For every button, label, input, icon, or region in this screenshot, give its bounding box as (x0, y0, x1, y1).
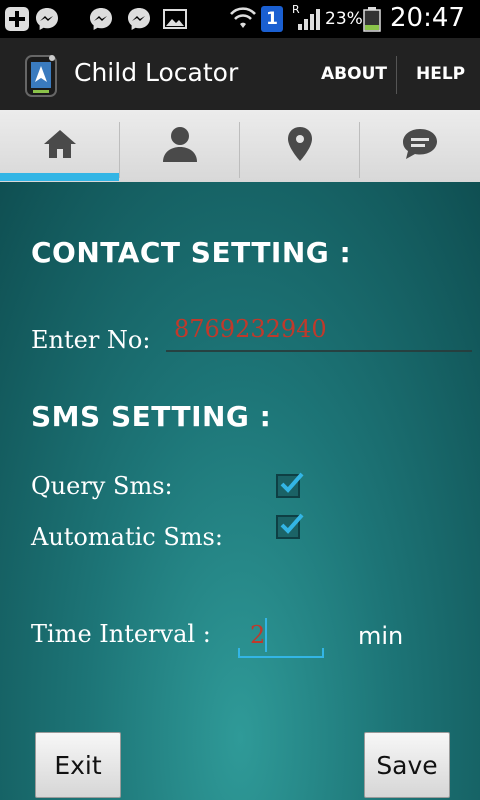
phone-number-input[interactable] (166, 308, 472, 352)
checkmark-icon (280, 513, 304, 534)
time-interval-input[interactable] (238, 614, 324, 658)
query-sms-label: Query Sms: (31, 472, 173, 500)
text-cursor (265, 618, 267, 652)
help-button[interactable]: HELP (416, 64, 465, 84)
tab-profile[interactable] (120, 110, 239, 182)
selected-tab-indicator (0, 173, 119, 181)
sim-badge: 1 (261, 6, 283, 32)
clock: 20:47 (390, 3, 465, 33)
tab-bar (0, 110, 480, 182)
about-button[interactable]: ABOUT (321, 64, 387, 84)
add-notification-icon (4, 6, 30, 32)
settings-panel: CONTACT SETTING : Enter No: SMS SETTING … (0, 182, 480, 800)
action-bar: Child Locator ABOUT HELP (0, 38, 480, 111)
messenger-icon (126, 6, 152, 32)
exit-button[interactable]: Exit (35, 732, 121, 798)
person-icon (161, 126, 199, 166)
tab-messages[interactable] (360, 110, 479, 182)
tab-location[interactable] (240, 110, 359, 182)
automatic-sms-label: Automatic Sms: (31, 523, 223, 551)
status-bar: 1 R 23% 20:47 (0, 0, 480, 38)
contact-setting-heading: CONTACT SETTING : (31, 236, 352, 269)
battery-icon (362, 6, 382, 32)
input-edge (322, 648, 324, 658)
signal-icon (296, 6, 322, 32)
checkmark-icon (280, 472, 304, 493)
enter-number-label: Enter No: (31, 326, 151, 354)
chat-bubble-icon (401, 127, 439, 165)
messenger-icon (34, 6, 60, 32)
wifi-icon (230, 6, 256, 32)
automatic-sms-checkbox[interactable] (276, 513, 304, 539)
app-title: Child Locator (74, 58, 239, 87)
location-pin-icon (286, 126, 314, 166)
save-button[interactable]: Save (364, 732, 450, 798)
messenger-icon (88, 6, 114, 32)
app-logo-icon (24, 52, 58, 100)
sms-setting-heading: SMS SETTING : (31, 400, 272, 433)
query-sms-checkbox[interactable] (276, 472, 304, 498)
time-interval-label: Time Interval : (31, 620, 211, 648)
home-icon (42, 128, 78, 164)
image-icon (162, 6, 188, 32)
tab-home[interactable] (0, 110, 119, 182)
battery-percent: 23% (325, 9, 363, 29)
action-divider (396, 56, 397, 94)
interval-unit-label: min (358, 622, 404, 650)
input-edge (238, 648, 240, 658)
